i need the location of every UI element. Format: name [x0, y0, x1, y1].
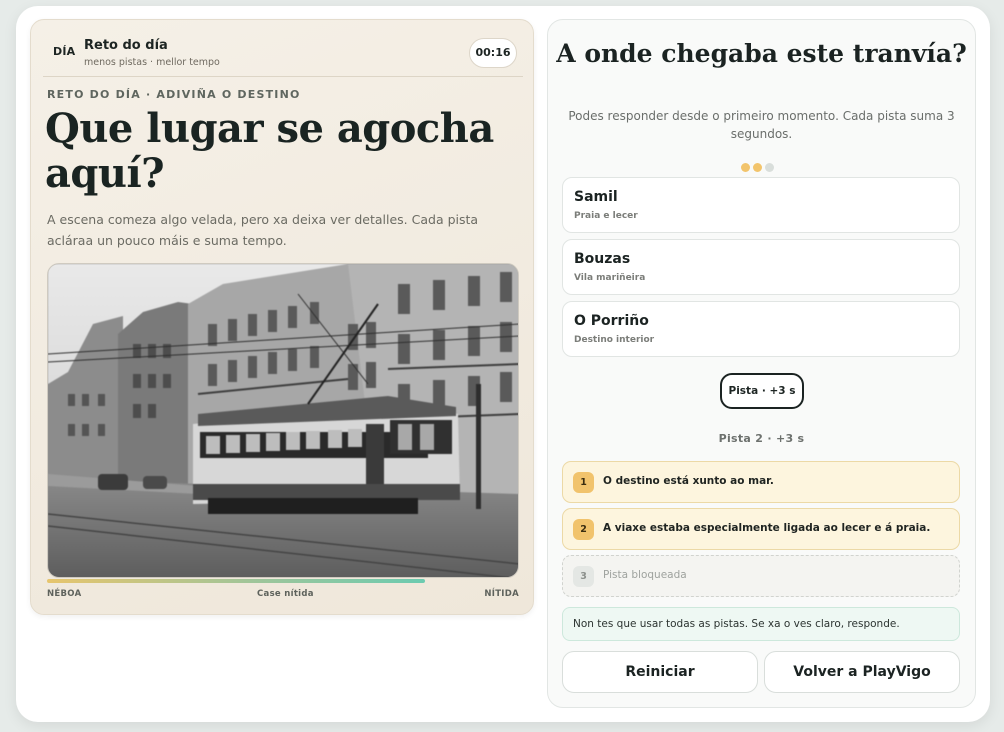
option-name: Bouzas — [574, 251, 631, 267]
clue-1: 1 O destino está xunto ao mar. — [562, 461, 960, 503]
option-bouzas[interactable]: Bouzas Vila mariñeira — [562, 239, 960, 295]
clue-number: 3 — [573, 566, 594, 587]
clue-2: 2 A viaxe estaba especialmente ligada ao… — [562, 508, 960, 550]
tram-photo — [47, 263, 519, 578]
restart-button[interactable]: Reiniciar — [562, 651, 758, 693]
option-o-porrino[interactable]: O Porriño Destino interior — [562, 301, 960, 357]
clue-number: 1 — [573, 472, 594, 493]
info-note: Non tes que usar todas as pistas. Se xa … — [562, 607, 960, 641]
puzzle-description: A escena comeza algo velada, pero xa dei… — [47, 212, 479, 248]
clarity-label-start: NÉBOA — [47, 589, 82, 599]
clue-text: O destino está xunto ao mar. — [603, 475, 774, 487]
option-name: O Porriño — [574, 313, 649, 329]
option-desc: Vila mariñeira — [574, 273, 646, 283]
hint-dot-empty — [765, 163, 774, 172]
clue-number: 2 — [573, 519, 594, 540]
question-title: A onde chegaba este tranvía? — [556, 39, 967, 68]
clarity-progress — [47, 579, 519, 583]
puzzle-card: DÍA Reto do día menos pistas · mellor te… — [30, 19, 534, 615]
clue-text: Pista bloqueada — [603, 569, 687, 581]
back-to-playvigo-button[interactable]: Volver a PlayVigo — [764, 651, 960, 693]
clarity-label-end: NÍTIDA — [484, 589, 519, 599]
challenge-title: Reto do día — [84, 38, 168, 53]
hint-button[interactable]: Pista · +3 s — [720, 373, 804, 409]
clarity-label-middle: Case nítida — [257, 589, 314, 599]
puzzle-title: Que lugar se agocha aquí? — [45, 105, 494, 197]
top-bar: DÍA Reto do día menos pistas · mellor te… — [43, 20, 523, 77]
timer: 00:16 — [469, 38, 517, 68]
option-desc: Praia e lecer — [574, 211, 638, 221]
challenge-subtitle: menos pistas · mellor tempo — [84, 57, 220, 68]
option-name: Samil — [574, 189, 618, 205]
hint-counter: Pista 2 · +3 s — [718, 432, 805, 445]
option-samil[interactable]: Samil Praia e lecer — [562, 177, 960, 233]
clarity-progress-fill — [47, 579, 425, 583]
clue-text: A viaxe estaba especialmente ligada ao l… — [603, 522, 931, 534]
option-desc: Destino interior — [574, 335, 655, 345]
eyebrow: RETO DO DÍA · ADIVIÑA O DESTINO — [47, 88, 301, 101]
answer-card: A onde chegaba este tranvía? Podes respo… — [547, 19, 976, 708]
hint-dot-used — [741, 163, 750, 172]
clue-3-locked: 3 Pista bloqueada — [562, 555, 960, 597]
day-tag: DÍA — [53, 45, 76, 58]
question-subtitle: Podes responder desde o primeiro momento… — [568, 109, 955, 141]
hint-dot-used — [753, 163, 762, 172]
hint-usage-dots — [741, 157, 777, 172]
